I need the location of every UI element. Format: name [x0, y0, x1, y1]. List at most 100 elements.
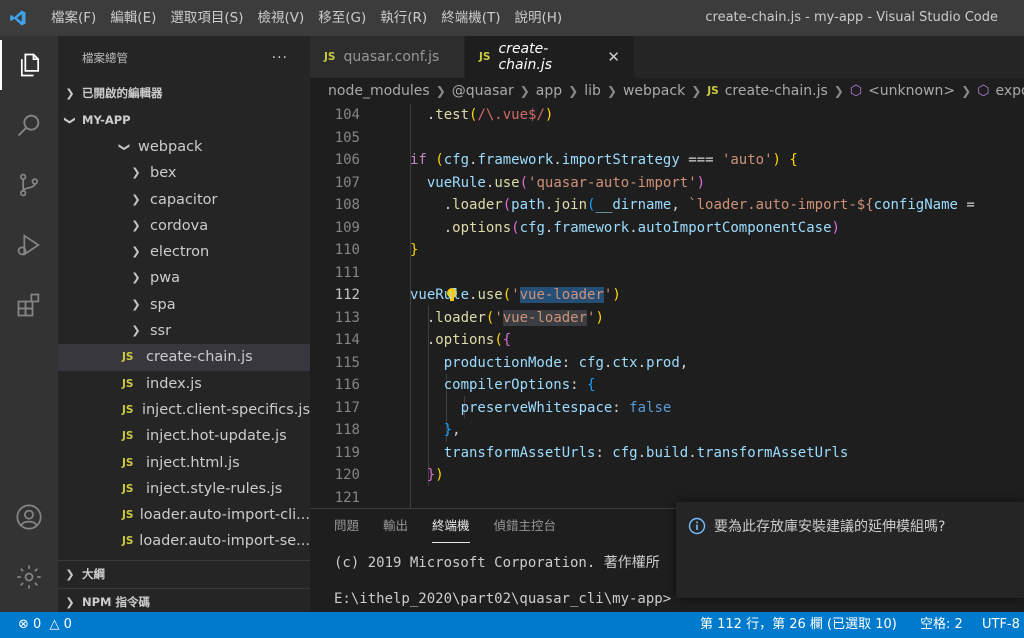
- source-control-icon[interactable]: [0, 160, 58, 210]
- folder-item[interactable]: ❯ bex: [58, 160, 310, 186]
- menu-selection[interactable]: 選取項目(S): [163, 0, 250, 36]
- folder-item[interactable]: ❯ pwa: [58, 265, 310, 291]
- code-line: .test(/\.vue$/): [410, 107, 554, 123]
- explorer-icon[interactable]: [0, 40, 58, 90]
- breadcrumb-item[interactable]: @quasar: [452, 83, 514, 99]
- chevron-right-icon: ❯: [568, 84, 579, 98]
- info-icon: [688, 517, 706, 539]
- tab-debug-console[interactable]: 偵錯主控台: [494, 509, 557, 543]
- js-file-icon: JS: [122, 482, 134, 495]
- folder-item[interactable]: ❯ spa: [58, 292, 310, 318]
- close-icon[interactable]: ✕: [607, 48, 620, 66]
- line-number: 115: [334, 354, 360, 371]
- tree-item-label: index.js: [146, 375, 202, 392]
- tab-quasar-conf[interactable]: JS quasar.conf.js: [310, 36, 465, 78]
- notification-toast[interactable]: 要為此存放庫安裝建議的延伸模組嗎?: [676, 502, 1024, 598]
- folder-webpack[interactable]: ❯ webpack: [58, 134, 310, 160]
- chevron-right-icon: ❯: [131, 192, 141, 206]
- file-item[interactable]: JS index.js: [58, 371, 310, 397]
- code-line: productionMode: cfg.ctx.prod,: [443, 354, 689, 371]
- js-file-icon: JS: [122, 509, 134, 522]
- menu-edit[interactable]: 編輯(E): [103, 0, 163, 36]
- project-section[interactable]: ❯ MY-APP: [58, 107, 310, 134]
- extensions-icon[interactable]: [0, 280, 58, 330]
- file-item[interactable]: JS inject.hot-update.js: [58, 423, 310, 449]
- chevron-right-icon: ❯: [519, 84, 530, 98]
- code-line: },: [443, 422, 461, 438]
- line-number: 120: [334, 467, 360, 483]
- terminal-prompt[interactable]: E:\ithelp_2020\part02\quasar_cli\my-app>: [334, 591, 671, 607]
- breadcrumb-item[interactable]: <unknown>: [868, 83, 955, 99]
- line-number: 121: [334, 489, 360, 506]
- bottom-sections: ❯ 大綱 ❯ NPM 指令碼: [58, 560, 310, 612]
- breadcrumb-item[interactable]: app: [536, 83, 562, 99]
- tree-item-label: pwa: [150, 270, 180, 287]
- file-item[interactable]: JS inject.style-rules.js: [58, 476, 310, 502]
- cube-icon: ⬡: [849, 83, 863, 99]
- chevron-right-icon: ❯: [131, 297, 141, 311]
- breadcrumb-item[interactable]: webpack: [623, 83, 685, 99]
- line-number: 116: [334, 377, 360, 393]
- menu-file[interactable]: 檔案(F): [44, 0, 103, 36]
- code-editor[interactable]: 104 .test(/\.vue$/) 105 106 if (cfg.frame…: [310, 104, 1024, 508]
- more-actions-icon[interactable]: ···: [272, 36, 288, 80]
- menu-help[interactable]: 說明(H): [507, 0, 569, 36]
- code-line: }: [410, 242, 419, 258]
- code-line: }): [426, 467, 444, 483]
- tree-item-label: spa: [150, 296, 176, 313]
- chevron-right-icon: ❯: [131, 324, 141, 338]
- explorer-sidebar: 檔案總管 ··· ❯ 已開啟的編輯器 ❯ MY-APP ❯ webpack ❯ bex…: [58, 36, 310, 612]
- cursor-position[interactable]: 第 112 行，第 26 欄 (已選取 10): [700, 612, 897, 638]
- tab-create-chain[interactable]: JS create-chain.js ✕: [465, 36, 635, 78]
- tree-item-label: ssr: [150, 323, 172, 340]
- chevron-right-icon: ❯: [606, 84, 617, 98]
- line-number: 113: [334, 309, 360, 326]
- file-tree: ❯ bex ❯ capacitor ❯ cordova ❯ electron ❯ pwa ❯ spa ❯…: [58, 160, 310, 554]
- account-icon[interactable]: [0, 492, 58, 542]
- code-line: vueRule.use('quasar-auto-import'): [426, 174, 706, 191]
- editor-tabs: JS quasar.conf.js JS create-chain.js ✕: [310, 36, 1024, 78]
- file-item[interactable]: JS inject.html.js: [58, 450, 310, 476]
- folder-item[interactable]: ❯ electron: [58, 239, 310, 265]
- file-item[interactable]: JS loader.auto-import-cli...: [58, 502, 310, 528]
- warning-icon: △: [49, 617, 60, 632]
- folder-item[interactable]: ❯ ssr: [58, 318, 310, 344]
- chevron-right-icon: ❯: [435, 84, 446, 98]
- settings-gear-icon[interactable]: [0, 552, 58, 602]
- npm-scripts-section[interactable]: ❯ NPM 指令碼: [58, 588, 310, 612]
- js-file-icon: JS: [122, 377, 134, 390]
- indentation[interactable]: 空格: 2: [920, 612, 963, 638]
- file-item[interactable]: JS loader.auto-import-se...: [58, 528, 310, 554]
- line-number: 111: [334, 264, 360, 281]
- tab-output[interactable]: 輸出: [383, 509, 408, 543]
- outline-section[interactable]: ❯ 大綱: [58, 560, 310, 588]
- breadcrumb-item[interactable]: expor: [995, 83, 1024, 99]
- line-number: 106: [334, 152, 360, 168]
- run-debug-icon[interactable]: [0, 220, 58, 270]
- search-icon[interactable]: [0, 100, 58, 150]
- tree-item-label: inject.hot-update.js: [146, 428, 287, 445]
- line-number: 107: [334, 174, 360, 191]
- code-line: preserveWhitespace: false: [460, 399, 672, 416]
- breadcrumb-item[interactable]: node_modules: [328, 83, 430, 99]
- encoding[interactable]: UTF-8: [982, 612, 1020, 638]
- file-item[interactable]: JS inject.client-specifics.js: [58, 397, 310, 423]
- tab-terminal[interactable]: 終端機: [432, 509, 470, 543]
- window-title: create-chain.js - my-app - Visual Studio…: [705, 10, 998, 25]
- menu-terminal[interactable]: 終端機(T): [434, 0, 507, 36]
- chevron-right-icon: ❯: [131, 245, 141, 259]
- menu-run[interactable]: 執行(R): [373, 0, 434, 36]
- js-file-icon: JS: [707, 85, 719, 97]
- folder-item[interactable]: ❯ cordova: [58, 213, 310, 239]
- menu-view[interactable]: 檢視(V): [251, 0, 312, 36]
- js-file-icon: JS: [122, 430, 134, 443]
- open-editors-section[interactable]: ❯ 已開啟的編輯器: [58, 80, 310, 107]
- file-item[interactable]: JS create-chain.js: [58, 344, 310, 371]
- folder-item[interactable]: ❯ capacitor: [58, 187, 310, 213]
- status-bar: ⊗ 0 △ 0 第 112 行，第 26 欄 (已選取 10) 空格: 2 UT…: [0, 612, 1024, 638]
- breadcrumb-item[interactable]: lib: [584, 83, 601, 99]
- menu-go[interactable]: 移至(G): [311, 0, 373, 36]
- breadcrumb-item[interactable]: create-chain.js: [725, 83, 828, 99]
- problems-status[interactable]: ⊗ 0 △ 0: [18, 612, 72, 638]
- tab-problems[interactable]: 問題: [334, 509, 359, 543]
